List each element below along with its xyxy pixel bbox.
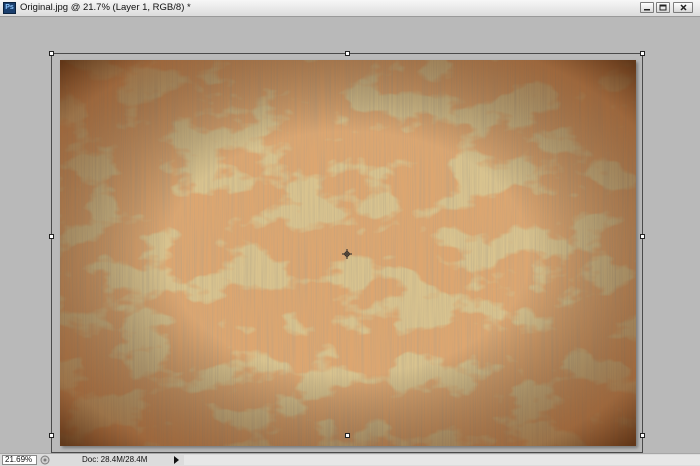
status-bar: 21.69% Doc: 28.4M/28.4M [0, 453, 700, 466]
document-title: Original.jpg @ 21.7% (Layer 1, RGB/8) * [20, 2, 191, 13]
transform-handle-bottom-right[interactable] [640, 433, 645, 438]
minimize-button[interactable] [640, 2, 654, 13]
photoshop-icon: Ps [3, 2, 16, 14]
restore-icon [659, 4, 667, 11]
zoom-field[interactable]: 21.69% [2, 455, 37, 465]
transform-handle-top-right[interactable] [640, 51, 645, 56]
transform-handle-bottom-left[interactable] [49, 433, 54, 438]
status-menu-arrow-icon[interactable] [172, 455, 180, 465]
close-icon [680, 4, 687, 11]
transform-handle-top-left[interactable] [49, 51, 54, 56]
transform-handle-left[interactable] [49, 234, 54, 239]
close-button[interactable] [673, 2, 693, 13]
minimize-icon [644, 9, 650, 11]
transform-handle-top[interactable] [345, 51, 350, 56]
horizontal-scrollbar[interactable] [184, 455, 700, 465]
document-title-bar[interactable]: Ps Original.jpg @ 21.7% (Layer 1, RGB/8)… [0, 0, 700, 17]
transform-center-crosshair-icon[interactable] [342, 249, 352, 259]
document-size-info: Doc: 28.4M/28.4M [82, 455, 148, 464]
restore-button[interactable] [656, 2, 670, 13]
canvas-area[interactable] [0, 17, 700, 453]
transform-handle-bottom[interactable] [345, 433, 350, 438]
transform-handle-right[interactable] [640, 234, 645, 239]
status-info-icon[interactable] [40, 455, 50, 465]
